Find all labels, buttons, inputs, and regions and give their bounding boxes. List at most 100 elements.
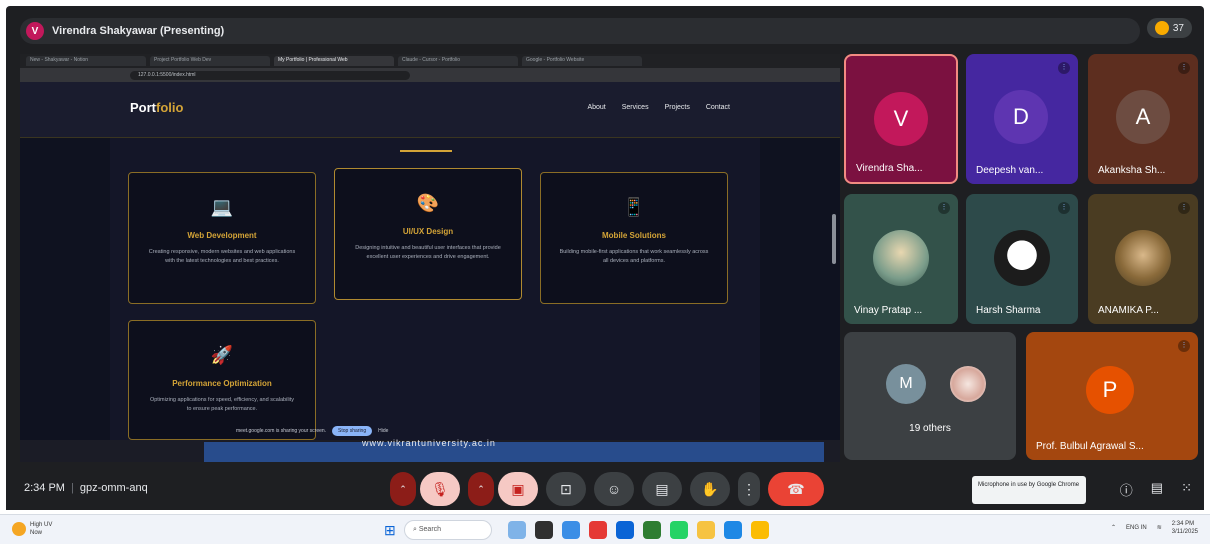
participant-tile[interactable]: ⋮ Vinay Pratap ... [844,194,958,324]
browser-tab[interactable]: Project Portfolio Web Dev [150,56,270,66]
sun-icon [12,522,26,536]
participants-indicator[interactable]: 37 [1146,18,1192,38]
search-placeholder: Search [418,526,442,533]
participant-count: 37 [1172,22,1184,34]
language-indicator[interactable]: ENG IN [1126,524,1147,532]
chevron-up-icon[interactable]: ⌃ [1111,524,1116,532]
leave-call-button[interactable]: ☎ [768,472,824,506]
service-title: UI/UX Design [402,227,454,236]
avatar: V [874,92,928,146]
service-card-mobile[interactable]: 📱 Mobile Solutions Building mobile-first… [540,172,728,304]
wifi-icon[interactable]: ≋ [1157,524,1162,532]
taskbar-date[interactable]: 3/11/2025 [1172,528,1198,536]
service-title: Mobile Solutions [602,231,666,240]
chrome-icon[interactable] [562,521,580,539]
store-icon[interactable] [616,521,634,539]
address-bar[interactable]: 127.0.0.1:5500/index.html [130,70,410,80]
screen-share-strip: meet.google.com is sharing your screen. … [236,424,476,438]
mic-off-icon: ⋮ [1178,340,1190,352]
hide-button[interactable]: Hide [378,428,388,434]
browser-tab[interactable]: Claude - Cursor - Portfolio [398,56,518,66]
edge-icon[interactable] [724,521,742,539]
participant-tile[interactable]: ⋮ P Prof. Bulbul Agrawal S... [1026,332,1198,460]
service-card-web[interactable]: 💻 Web Development Creating responsive, m… [128,172,316,304]
shared-screen: New - Shakyawar - Notion Project Portfol… [20,54,840,462]
weather-widget[interactable]: High UV Now [12,521,52,537]
service-card-uiux[interactable]: 🎨 UI/UX Design Designing intuitive and b… [334,168,522,300]
service-title: Performance Optimization [172,379,272,388]
logo-accent: Port [130,100,156,115]
present-screen-button[interactable]: ▤ [642,472,682,506]
mic-options-button[interactable]: ⌃ [390,472,416,506]
browser-tab-strip: New - Shakyawar - Notion Project Portfol… [20,54,840,68]
participant-tile[interactable]: ⋮ A Akanksha Sh... [1088,54,1198,184]
meeting-code[interactable]: gpz-omm-anq [80,482,148,494]
participant-tile[interactable]: ⋮ ANAMIKA P... [1088,194,1198,324]
participant-tile[interactable]: ⋮ D Deepesh van... [966,54,1078,184]
widgets-icon[interactable] [508,521,526,539]
profile-photo [994,230,1050,286]
windows-start-icon[interactable]: ⊞ [384,522,396,539]
mic-off-icon: ⋮ [1058,202,1070,214]
page-scrollbar[interactable] [832,214,836,264]
services-section: 💻 Web Development Creating responsive, m… [110,138,760,440]
participant-name: Vinay Pratap ... [854,305,923,316]
others-tile[interactable]: M 19 others [844,332,1016,460]
avatar: D [994,90,1048,144]
nav-projects[interactable]: Projects [665,104,690,111]
phone-icon: 📱 [622,197,646,217]
whatsapp-icon[interactable] [670,521,688,539]
shared-taskbar-highlight [204,442,824,462]
folder-icon[interactable] [697,521,715,539]
mic-off-icon: ⋮ [1058,62,1070,74]
university-watermark: www.vikrantuniversity.ac.in [362,438,496,448]
browser-tab[interactable]: New - Shakyawar - Notion [26,56,146,66]
meeting-info: 2:34 PM | gpz-omm-anq [24,482,148,494]
meet-side-icons: ⓘ ▤ ⁙ [1120,480,1192,499]
raise-hand-button[interactable]: ✋ [690,472,730,506]
file-explorer-icon[interactable] [535,521,553,539]
nav-about[interactable]: About [587,104,605,111]
service-card-performance[interactable]: 🚀 Performance Optimization Optimizing ap… [128,320,316,440]
service-description: Building mobile-first applications that … [559,249,709,264]
stop-sharing-button[interactable]: Stop sharing [332,426,373,436]
service-description: Creating responsive, modern websites and… [148,249,296,264]
pinned-apps [508,521,769,539]
chrome-profile-icon[interactable] [751,521,769,539]
camera-off-button[interactable]: ▣ [498,472,538,506]
participant-tile[interactable]: ⋮ Harsh Sharma [966,194,1078,324]
emoji-reactions-button[interactable]: ☺ [594,472,634,506]
mic-off-button[interactable]: 🎙 [420,472,460,506]
mic-in-use-toast: Microphone in use by Google Chrome [972,476,1086,504]
chat-icon[interactable]: ▤ [1151,480,1163,499]
participant-count-badge[interactable]: 37 [1146,18,1192,38]
taskbar-time[interactable]: 2:34 PM [1172,520,1198,528]
participant-name: Prof. Bulbul Agrawal S... [1036,441,1144,452]
excel-icon[interactable] [643,521,661,539]
people-icon [1154,21,1169,35]
participant-tile[interactable]: V Virendra Sha... [844,54,958,184]
presenter-avatar: V [26,22,44,40]
participant-name: Akanksha Sh... [1098,165,1166,176]
portfolio-logo[interactable]: Portfolio [130,100,183,115]
profile-photo [1115,230,1171,286]
participant-name: ANAMIKA P... [1098,305,1159,316]
youtube-icon[interactable] [589,521,607,539]
camera-options-button[interactable]: ⌃ [468,472,494,506]
more-options-button[interactable]: ⋮ [738,472,760,506]
taskbar-search[interactable]: ⌕ Search [404,520,492,540]
activities-icon[interactable]: ⁙ [1181,480,1192,499]
participant-name: Virendra Sha... [856,163,923,174]
service-description: Designing intuitive and beautiful user i… [355,245,501,260]
nav-services[interactable]: Services [622,104,649,111]
mic-off-icon: ⋮ [1178,202,1190,214]
browser-tab-active[interactable]: My Portfolio | Professional Web [274,56,394,66]
browser-tab[interactable]: Google - Portfolio Website [522,56,642,66]
info-icon[interactable]: ⓘ [1120,480,1133,499]
nav-contact[interactable]: Contact [706,104,730,111]
mic-off-icon: ⋮ [938,202,950,214]
laptop-icon: 💻 [210,197,234,217]
captions-button[interactable]: ⊡ [546,472,586,506]
section-divider [400,150,452,152]
portfolio-nav-links: About Services Projects Contact [587,104,730,111]
